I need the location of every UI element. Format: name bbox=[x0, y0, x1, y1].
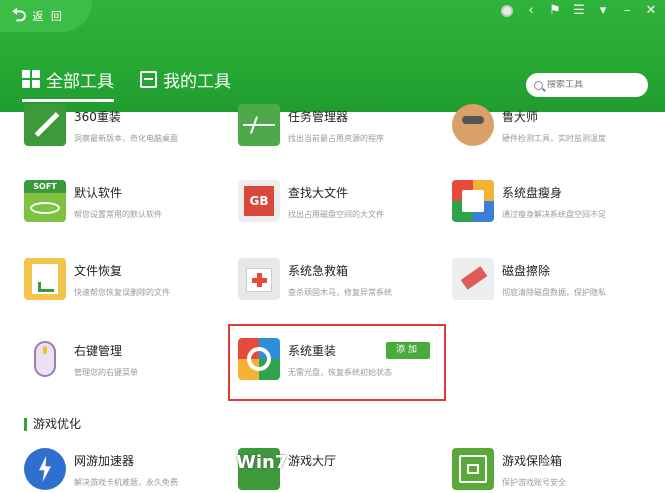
tab-my-tools[interactable]: 我的工具 bbox=[140, 64, 231, 94]
share-icon[interactable]: ‹ bbox=[525, 4, 537, 18]
tool-desc: 保护游戏账号安全 bbox=[502, 478, 566, 487]
tool-desc: 彻底清除磁盘数据，保护隐私 bbox=[502, 288, 606, 297]
add-button[interactable]: 添加 bbox=[386, 342, 430, 359]
tool-item[interactable]: 文件恢复快速帮您恢复误删除的文件 bbox=[24, 258, 224, 318]
tool-desc: 通过瘦身解决系统盘空间不足 bbox=[502, 210, 606, 219]
grid-icon bbox=[22, 70, 40, 88]
tool-item[interactable]: 右键管理管理您的右键菜单 bbox=[24, 338, 224, 398]
tab-label: 我的工具 bbox=[163, 71, 231, 92]
pencil-icon bbox=[24, 104, 66, 146]
tool-desc: 洞察最新版本，奇化电脑桌面 bbox=[74, 134, 178, 143]
menu-icon[interactable]: ☰ bbox=[573, 4, 585, 18]
soft-icon: SOFT bbox=[24, 180, 66, 222]
tool-item[interactable]: SOFT 默认软件帮您设置常用的默认软件 bbox=[24, 180, 224, 240]
tool-name: 360重装 bbox=[74, 110, 121, 124]
search-box[interactable] bbox=[526, 73, 648, 97]
tool-name: 任务管理器 bbox=[288, 110, 349, 124]
disk-slim-icon bbox=[452, 180, 494, 222]
tool-desc: 查杀顽固木马，修复异常系统 bbox=[288, 288, 392, 297]
task-monitor-icon bbox=[238, 104, 280, 146]
tool-item[interactable]: GB 查找大文件找出占用磁盘空间的大文件 bbox=[238, 180, 438, 240]
file-restore-icon bbox=[24, 258, 66, 300]
tool-name: 系统盘瘦身 bbox=[502, 186, 563, 200]
search-icon bbox=[534, 80, 543, 90]
tool-desc: 找出占用磁盘空间的大文件 bbox=[288, 210, 384, 219]
close-icon[interactable]: ✕ bbox=[645, 4, 657, 18]
watermark-text: Win7 bbox=[236, 452, 288, 473]
tool-desc: 快速帮您恢复误删除的文件 bbox=[74, 288, 170, 297]
tool-item[interactable]: 鲁大师硬件检测工具，实时监测温度 bbox=[452, 104, 652, 164]
tool-name: 默认软件 bbox=[74, 186, 123, 200]
back-label: 返 回 bbox=[32, 10, 64, 23]
flag-icon[interactable]: ⚑ bbox=[549, 4, 561, 18]
tool-desc: 帮您设置常用的默认软件 bbox=[74, 210, 162, 219]
lightning-icon bbox=[24, 448, 66, 490]
tool-desc: 找出当前最占用资源的程序 bbox=[288, 134, 384, 143]
my-tools-icon bbox=[140, 70, 157, 88]
tab-all-tools[interactable]: 全部工具 bbox=[22, 64, 114, 102]
back-button[interactable]: ⮌ 返 回 bbox=[0, 0, 92, 32]
reinstall-highlight-frame bbox=[228, 324, 446, 401]
back-arrow-icon: ⮌ bbox=[12, 5, 27, 26]
tool-name: 右键管理 bbox=[74, 344, 123, 358]
safe-box-icon bbox=[452, 448, 494, 490]
tool-tabs: 全部工具 我的工具 bbox=[22, 64, 231, 102]
tool-name: 游戏大厅 bbox=[288, 454, 337, 468]
minimize-icon[interactable]: – bbox=[621, 4, 633, 18]
tool-desc: 硬件检测工具，实时监测温度 bbox=[502, 134, 606, 143]
dropdown-icon[interactable]: ▾ bbox=[597, 4, 609, 18]
tool-name: 查找大文件 bbox=[288, 186, 349, 200]
tool-name: 文件恢复 bbox=[74, 264, 123, 278]
window-controls: ‹ ⚑ ☰ ▾ – ✕ bbox=[501, 4, 657, 18]
first-aid-icon bbox=[238, 258, 280, 300]
section-title-game: 游戏优化 bbox=[24, 418, 81, 431]
tool-item[interactable]: 游戏保险箱保护游戏账号安全 bbox=[452, 448, 652, 493]
tool-item[interactable]: 系统急救箱查杀顽固木马，修复异常系统 bbox=[238, 258, 438, 318]
eraser-icon bbox=[452, 258, 494, 300]
tool-name: 网游加速器 bbox=[74, 454, 135, 468]
tool-name: 游戏保险箱 bbox=[502, 454, 563, 468]
tool-item[interactable]: 任务管理器找出当前最占用资源的程序 bbox=[238, 104, 438, 164]
ludashi-icon bbox=[452, 104, 494, 146]
mouse-icon bbox=[24, 338, 66, 380]
tab-label: 全部工具 bbox=[46, 71, 114, 92]
tool-name: 鲁大师 bbox=[502, 110, 539, 124]
tool-item[interactable]: 网游加速器解决游戏卡机难题，永久免费 bbox=[24, 448, 224, 493]
gb-file-icon: GB bbox=[238, 180, 280, 222]
user-avatar-icon[interactable] bbox=[501, 5, 513, 17]
tool-name: 磁盘擦除 bbox=[502, 264, 551, 278]
top-bar: ⮌ 返 回 ‹ ⚑ ☰ ▾ – ✕ 全部工具 我的工具 bbox=[0, 0, 665, 112]
tool-item[interactable]: 360重装洞察最新版本，奇化电脑桌面 bbox=[24, 104, 224, 164]
tool-item[interactable]: 磁盘擦除彻底清除磁盘数据，保护隐私 bbox=[452, 258, 652, 318]
tool-name: 系统急救箱 bbox=[288, 264, 349, 278]
tool-desc: 管理您的右键菜单 bbox=[74, 368, 138, 377]
tool-desc: 解决游戏卡机难题，永久免费 bbox=[74, 478, 178, 487]
tool-item[interactable]: 系统盘瘦身通过瘦身解决系统盘空间不足 bbox=[452, 180, 652, 240]
search-input[interactable] bbox=[547, 80, 637, 90]
